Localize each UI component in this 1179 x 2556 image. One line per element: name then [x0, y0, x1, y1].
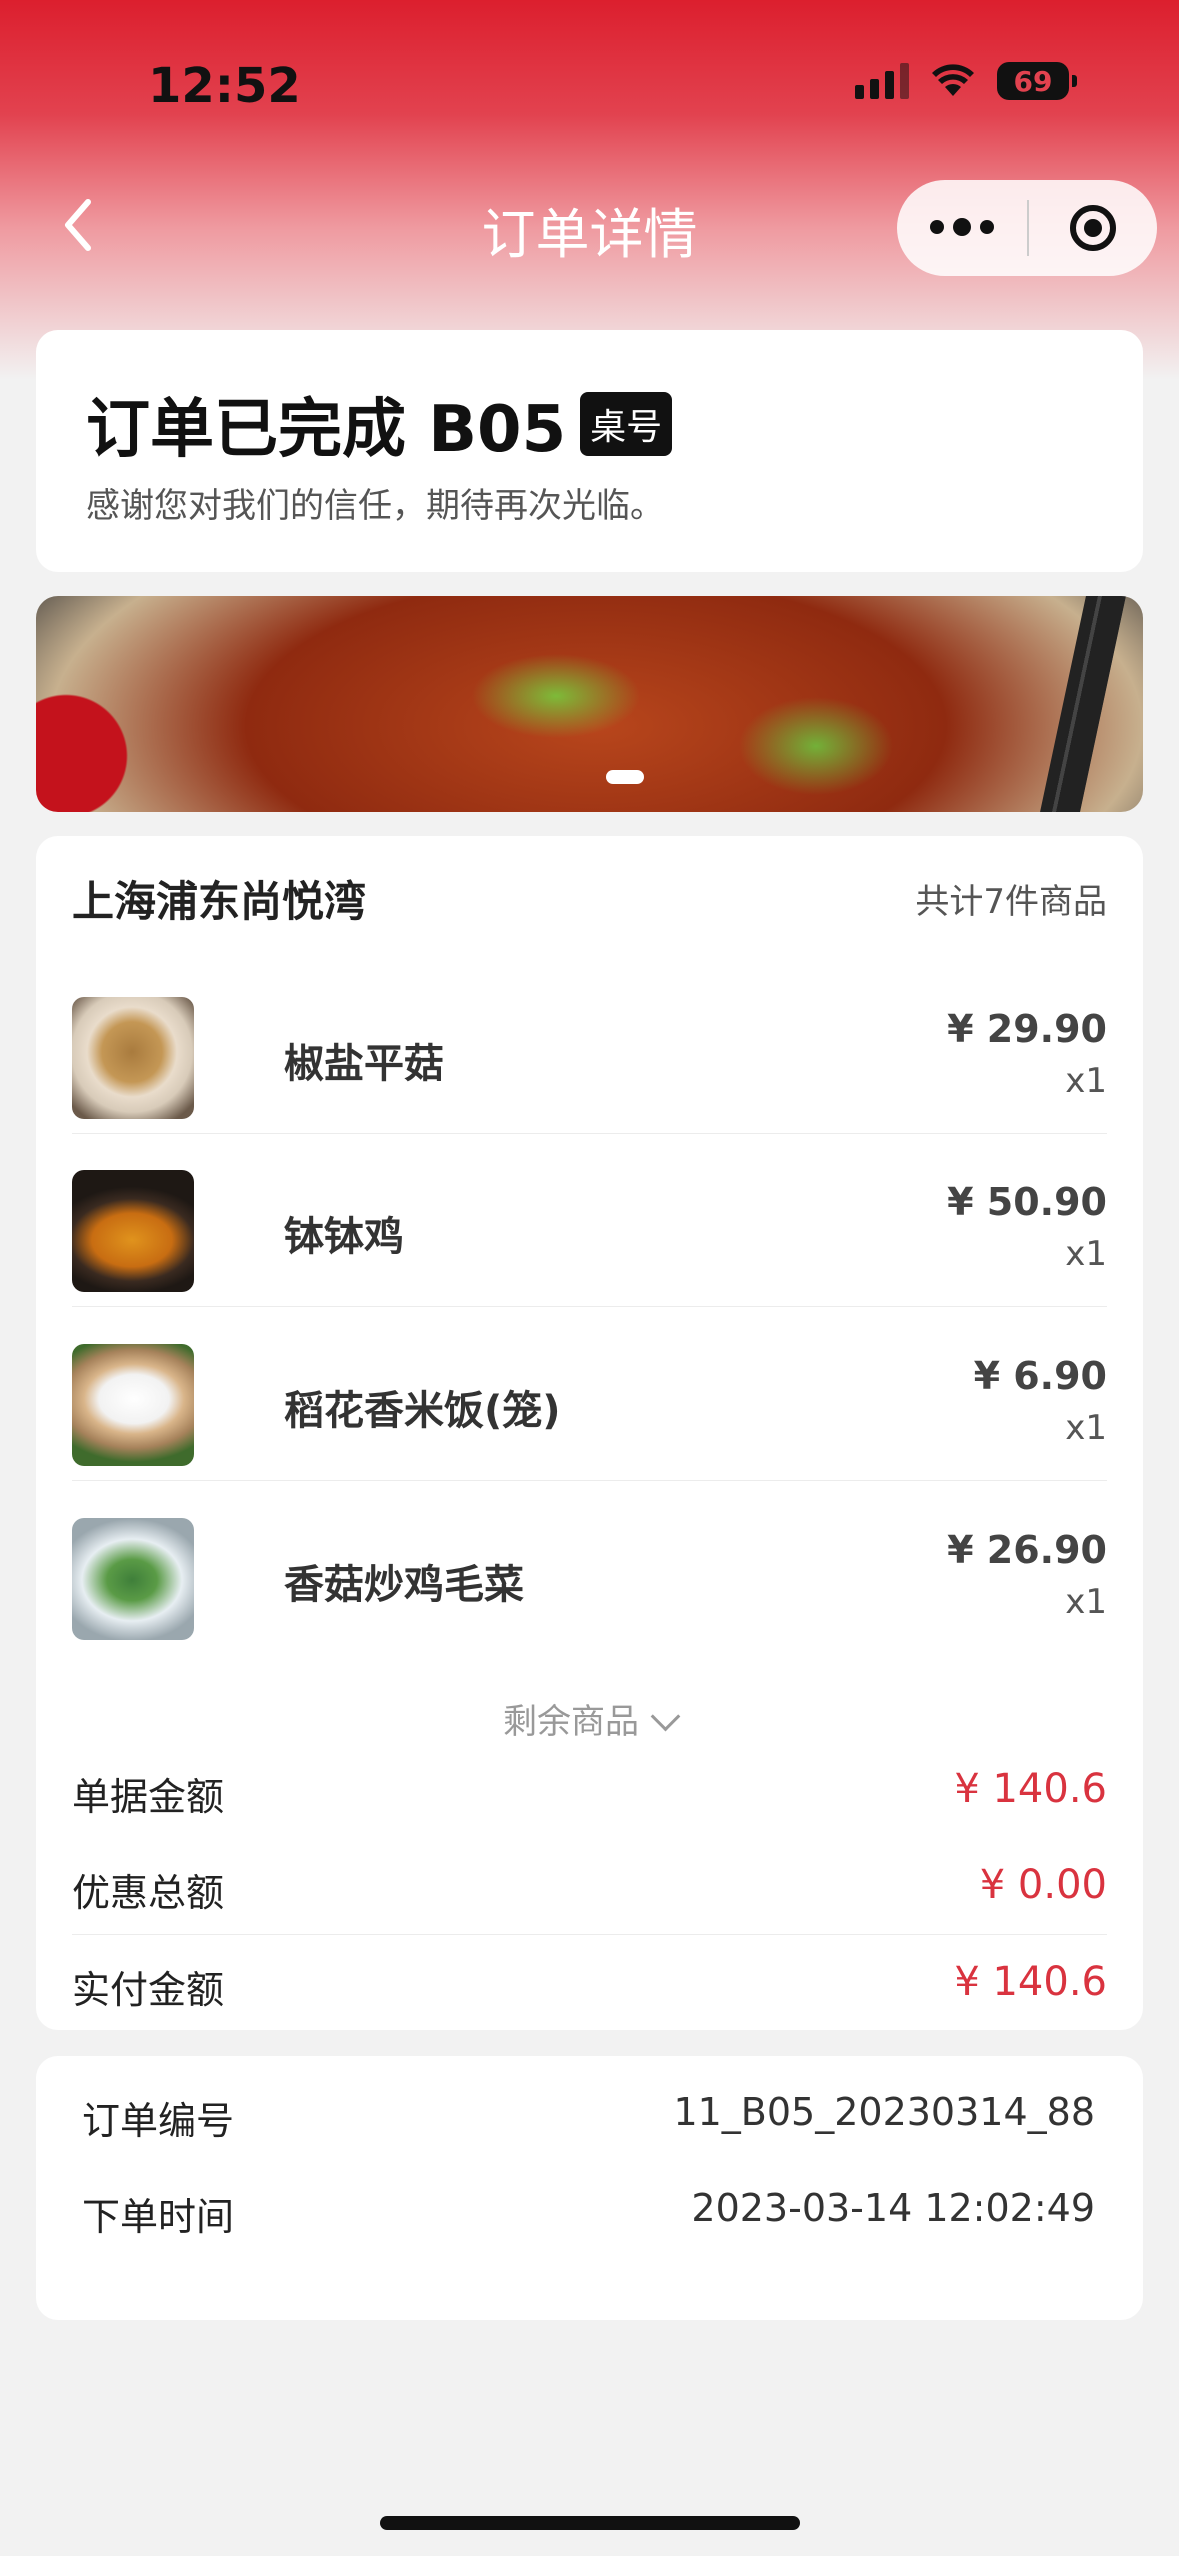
item-name: 香菇炒鸡毛菜 — [284, 1562, 524, 1608]
list-item[interactable]: 椒盐平菇 ¥ 29.90 x1 — [72, 961, 1107, 1134]
item-thumbnail — [72, 1170, 194, 1292]
item-thumbnail — [72, 997, 194, 1119]
item-name: 钵钵鸡 — [284, 1214, 404, 1260]
order-time-row: 下单时间 2023-03-14 12:02:49 — [82, 2186, 1115, 2246]
bill-amount-label: 单据金额 — [72, 1775, 225, 1819]
item-name: 稻花香米饭(笼) — [284, 1388, 561, 1434]
order-number-value: 11_B05_20230314_88 — [673, 2090, 1095, 2134]
list-item[interactable]: 香菇炒鸡毛菜 ¥ 26.90 x1 — [72, 1482, 1107, 1654]
item-thumbnail — [72, 1518, 194, 1640]
list-item[interactable]: 钵钵鸡 ¥ 50.90 x1 — [72, 1134, 1107, 1307]
battery-icon: 69 — [997, 62, 1077, 100]
more-icon[interactable] — [897, 218, 1027, 236]
food-banner[interactable] — [36, 596, 1143, 812]
item-price: ¥ 50.90 — [947, 1180, 1107, 1224]
item-count: 共计7件商品 — [915, 882, 1107, 922]
discount-value: ¥ 0.00 — [979, 1862, 1107, 1908]
item-price: ¥ 26.90 — [947, 1528, 1107, 1572]
paid-amount-value: ¥ 140.6 — [954, 1959, 1107, 2005]
item-price: ¥ 6.90 — [973, 1354, 1107, 1398]
order-status-subtitle: 感谢您对我们的信任，期待再次光临。 — [86, 486, 664, 526]
more-items-toggle[interactable]: 剩余商品 — [36, 1694, 1143, 1743]
more-items-label: 剩余商品 — [503, 1702, 639, 1742]
table-tag: 桌号 — [580, 392, 673, 456]
list-item[interactable]: 稻花香米饭(笼) ¥ 6.90 x1 — [72, 1308, 1107, 1481]
discount-row: 优惠总额 ¥ 0.00 — [72, 1838, 1107, 1932]
item-thumbnail — [72, 1344, 194, 1466]
paid-amount-label: 实付金额 — [72, 1968, 225, 2012]
mini-program-capsule — [897, 180, 1157, 276]
order-number-row: 订单编号 11_B05_20230314_88 — [82, 2090, 1115, 2150]
order-info-card: 订单编号 11_B05_20230314_88 下单时间 2023-03-14 … — [36, 2056, 1143, 2320]
home-indicator — [380, 2516, 800, 2530]
chevron-down-icon — [650, 1701, 681, 1732]
close-icon[interactable] — [1029, 205, 1157, 251]
status-icons: 69 — [855, 62, 1077, 100]
bill-amount-value: ¥ 140.6 — [954, 1766, 1107, 1812]
discount-label: 优惠总额 — [72, 1871, 225, 1915]
wifi-icon — [932, 64, 974, 96]
item-qty: x1 — [1065, 1408, 1107, 1448]
item-name: 椒盐平菇 — [284, 1041, 444, 1087]
status-time: 12:52 — [148, 58, 301, 114]
signal-icon — [855, 63, 909, 99]
order-time-value: 2023-03-14 12:02:49 — [691, 2186, 1095, 2230]
order-items-card: 上海浦东尚悦湾 共计7件商品 椒盐平菇 ¥ 29.90 x1 钵钵鸡 ¥ 50.… — [36, 836, 1143, 2030]
item-price: ¥ 29.90 — [947, 1007, 1107, 1051]
store-name: 上海浦东尚悦湾 — [72, 877, 367, 926]
item-qty: x1 — [1065, 1234, 1107, 1274]
item-qty: x1 — [1065, 1061, 1107, 1101]
order-number-label: 订单编号 — [82, 2099, 235, 2143]
order-time-label: 下单时间 — [82, 2195, 235, 2239]
order-status-title: 订单已完成 B05 桌号 — [86, 378, 673, 470]
bill-amount-row: 单据金额 ¥ 140.6 — [72, 1742, 1107, 1836]
item-qty: x1 — [1065, 1582, 1107, 1622]
paid-amount-row: 实付金额 ¥ 140.6 — [72, 1934, 1107, 2029]
order-status-text: 订单已完成 B05 — [86, 393, 567, 467]
chopsticks-image — [1040, 596, 1126, 812]
order-status-card: 订单已完成 B05 桌号 感谢您对我们的信任，期待再次光临。 — [36, 330, 1143, 572]
banner-pagination-dot — [606, 770, 644, 784]
